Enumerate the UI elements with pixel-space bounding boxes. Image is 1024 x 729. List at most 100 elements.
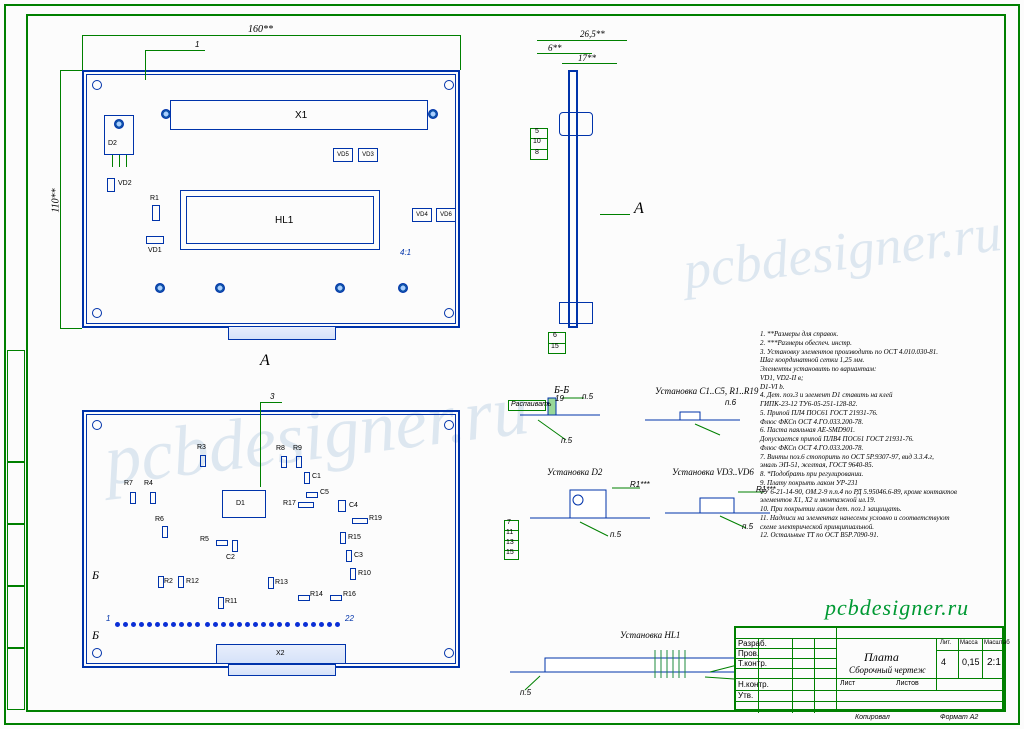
- note: Допускается припой ПЛВ4 ПОС61 ГОСТ 21931…: [760, 435, 995, 444]
- note: Элементы установить по вариантам:: [760, 365, 995, 374]
- hole: [444, 420, 454, 430]
- n5-1: п.5: [582, 392, 593, 401]
- leader-1: [145, 50, 205, 51]
- x2-label: X2: [276, 650, 285, 657]
- note: VD1, VD2-II в;: [760, 374, 995, 383]
- r15: [340, 532, 346, 544]
- d13: 13: [506, 539, 514, 546]
- cb5: 5: [535, 128, 539, 135]
- dim-ext: [60, 70, 82, 71]
- logo-inline: pcbdesigner.ru: [825, 595, 969, 621]
- scalev: 2:1: [987, 657, 1001, 668]
- left-margin-block: [7, 462, 25, 524]
- mount-hole: [335, 283, 345, 293]
- vd2-body: [107, 178, 115, 192]
- note: 5. Припой ПЛ4 ПОС61 ГОСТ 21931-76.: [760, 409, 995, 418]
- r-role: Разраб.: [738, 639, 767, 648]
- copy: Копировал: [855, 714, 890, 721]
- r8: [281, 456, 287, 468]
- note: эмаль ЭП-51, желтая, ГОСТ 9640-85.: [760, 461, 995, 470]
- dim-160-line: [82, 35, 460, 36]
- paste: Распаивать: [511, 401, 552, 408]
- r11-l: R11: [225, 598, 237, 605]
- dim-160: 160**: [248, 24, 273, 35]
- note: 10. При покрытии лаком дет. поз.1 защища…: [760, 505, 995, 514]
- sheet: Лист: [840, 680, 855, 687]
- side-board: [568, 70, 578, 328]
- dim-ext: [60, 328, 82, 329]
- dim-ext: [82, 35, 83, 70]
- x2-tail: [228, 664, 336, 676]
- r14-l: R14: [310, 591, 323, 598]
- r4: [150, 492, 156, 504]
- note: ТУ 6-21-14-90, ОМ.2-9 п.п.4 по РД 5.9504…: [760, 488, 995, 497]
- section-A-letter: А: [260, 352, 270, 370]
- mount-hole: [398, 283, 408, 293]
- dim-17-lbl: 17**: [578, 53, 596, 63]
- r16: [330, 595, 342, 601]
- dot1: 1: [106, 614, 110, 623]
- mount-hole: [155, 283, 165, 293]
- n5-5: п.5: [520, 688, 531, 697]
- callout-div: [530, 149, 548, 150]
- side-top-comp: [559, 112, 593, 136]
- u3: Установка VD3..VD6: [672, 467, 754, 477]
- r11: [218, 597, 224, 609]
- n6: п.6: [725, 398, 736, 407]
- n5-3: п.5: [610, 530, 621, 539]
- mount-hole: [215, 283, 225, 293]
- side-bottom-comp: [559, 302, 593, 324]
- d7: 7: [507, 519, 511, 526]
- u2: Установка D2: [547, 467, 602, 477]
- r9: [296, 456, 302, 468]
- r1: [152, 205, 160, 221]
- r1s: R1***: [630, 480, 650, 489]
- c5-l: C5: [320, 489, 329, 496]
- r17: [298, 502, 314, 508]
- note: Флюс ФКСп ОСТ 4.ГО.033.200-78.: [760, 418, 995, 427]
- d15: 15: [506, 549, 514, 556]
- r-role: Утв.: [738, 691, 753, 700]
- tb-name: Плата: [864, 650, 899, 665]
- r2-l: R2: [164, 578, 173, 585]
- note: 1. **Размеры для справок.: [760, 330, 995, 339]
- vd6: VD6: [436, 208, 456, 222]
- note: Шаг координатной сетки 1,25 мм.: [760, 356, 995, 365]
- cb10: 10: [533, 138, 541, 145]
- uHL1: Установка HL1: [620, 630, 680, 640]
- vd1: [146, 236, 164, 244]
- r16-l: R16: [343, 591, 356, 598]
- left-margin-block: [7, 524, 25, 586]
- cb6: 6: [553, 332, 557, 339]
- left-margin-block: [7, 586, 25, 648]
- qty: 0,15: [962, 657, 980, 667]
- r12: [178, 576, 184, 588]
- x1-screw: [428, 109, 438, 119]
- c2-l: C2: [226, 554, 235, 561]
- fmt: Формат А2: [940, 714, 978, 721]
- r14: [298, 595, 310, 601]
- r10-l: R10: [358, 570, 371, 577]
- dim-17: [562, 63, 617, 64]
- vd1-label: VD1: [148, 247, 162, 254]
- dim-110: 110**: [51, 188, 62, 212]
- note: 8. *Подобрать при регулировании.: [760, 470, 995, 479]
- vd3: VD3: [358, 148, 378, 162]
- d2-label: D2: [108, 140, 117, 147]
- front-connector: [228, 326, 336, 340]
- c1-l: C1: [312, 473, 321, 480]
- n4: 4: [941, 657, 946, 667]
- cb15: 15: [551, 343, 559, 350]
- r10: [350, 568, 356, 580]
- r5-l: R5: [200, 536, 209, 543]
- r1-label: R1: [150, 195, 159, 202]
- r17-l: R17: [283, 500, 296, 507]
- c2: [232, 540, 238, 552]
- c1: [304, 472, 310, 484]
- hole: [92, 420, 102, 430]
- note: Флюс ФКСп ОСТ 4.ГО.033.200-78.: [760, 444, 995, 453]
- note: схеме электрической принципиальной.: [760, 523, 995, 532]
- r6: [162, 526, 168, 538]
- r3: [200, 455, 206, 467]
- technical-notes: 1. **Размеры для справок. 2. ***Размеры …: [760, 330, 995, 540]
